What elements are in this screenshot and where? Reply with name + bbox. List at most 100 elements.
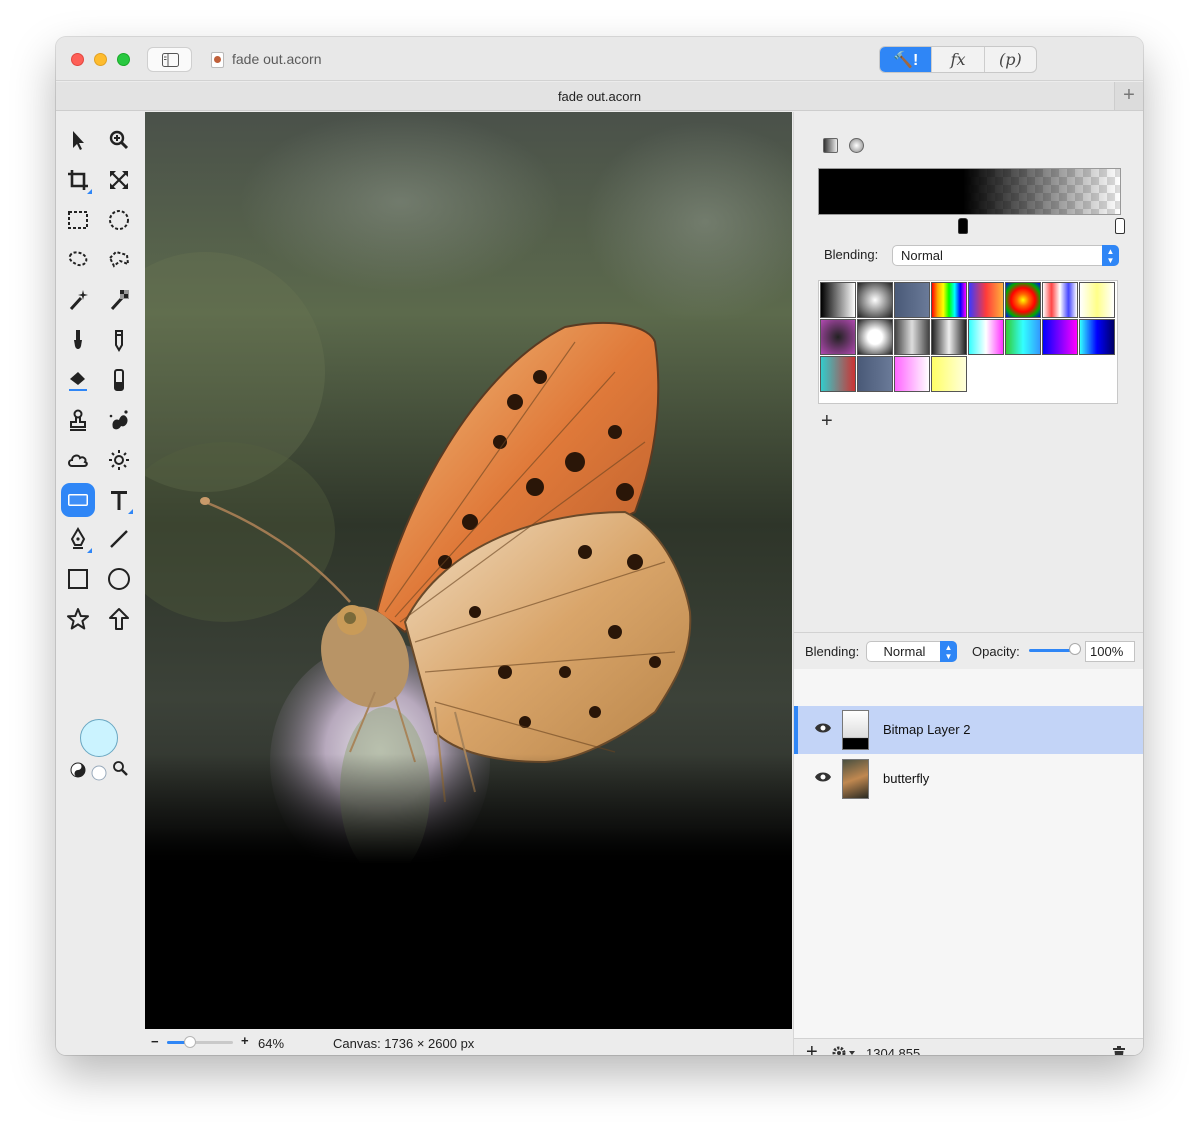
- zoom-icon[interactable]: [103, 124, 135, 156]
- layer-blending-value: Normal: [883, 644, 926, 659]
- title-bar: fade out.acorn 🔨! fx (p): [56, 37, 1143, 81]
- gradient-stop-black[interactable]: [958, 218, 968, 234]
- crop-icon[interactable]: [62, 164, 94, 196]
- chevron-updown-icon: ▲ ▼: [1102, 245, 1119, 266]
- oval-icon[interactable]: [103, 563, 135, 595]
- layers-footer: + 1304,855: [794, 1038, 1143, 1055]
- layer-thumbnail: [842, 759, 869, 799]
- color-wand-icon[interactable]: [103, 284, 135, 316]
- gradient-preset[interactable]: [931, 356, 967, 392]
- cloud-icon[interactable]: [62, 444, 94, 476]
- window-title: fade out.acorn: [232, 51, 322, 67]
- zoom-out-button[interactable]: −: [151, 1034, 159, 1049]
- opacity-slider-knob[interactable]: [1069, 643, 1081, 655]
- eye-icon[interactable]: [814, 771, 832, 783]
- fill-color-well[interactable]: [80, 719, 118, 757]
- layer-name: Bitmap Layer 2: [883, 722, 971, 737]
- layers-header: Blending: Normal ▲ ▼ Opacity: 100%: [794, 632, 1143, 668]
- add-layer-button[interactable]: +: [806, 1041, 818, 1055]
- zoom-button[interactable]: [117, 53, 130, 66]
- gradient-stop-white[interactable]: [1115, 218, 1125, 234]
- gradient-preset[interactable]: [968, 319, 1004, 355]
- swap-colors-icon[interactable]: [70, 762, 86, 778]
- sun-icon[interactable]: [103, 444, 135, 476]
- zoom-slider[interactable]: [167, 1036, 233, 1048]
- zoom-slider-knob[interactable]: [184, 1036, 197, 1048]
- gradient-blending-select[interactable]: Normal ▲ ▼: [892, 245, 1119, 266]
- gradient-preset[interactable]: [857, 319, 893, 355]
- gradient-preview: [819, 169, 1120, 214]
- tool-inspector-tab[interactable]: 🔨!: [880, 47, 932, 72]
- pen-icon[interactable]: [62, 523, 94, 555]
- radial-gradient-icon[interactable]: [849, 138, 864, 153]
- layer-blending-select[interactable]: Normal ▲ ▼: [866, 641, 957, 662]
- color-picker-icon[interactable]: [112, 760, 128, 776]
- transform-icon[interactable]: [103, 164, 135, 196]
- eraser-icon[interactable]: [103, 364, 135, 396]
- gradient-preset[interactable]: [894, 356, 930, 392]
- cursor-coordinates: 1304,855: [866, 1046, 921, 1055]
- layers-list: Bitmap Layer 2 butterfly: [794, 669, 1143, 1039]
- gradient-preset[interactable]: [968, 282, 1004, 318]
- tool-palette: [56, 111, 144, 1031]
- polygon-lasso-icon[interactable]: [103, 244, 135, 276]
- select-arrow-icon[interactable]: [62, 124, 94, 156]
- gradient-preset[interactable]: [931, 282, 967, 318]
- gradient-icon[interactable]: [61, 483, 95, 517]
- pencil-icon[interactable]: [103, 324, 135, 356]
- properties-tab[interactable]: (p): [983, 47, 1036, 72]
- clone-stamp-icon[interactable]: [62, 404, 94, 436]
- gradient-blending-label: Blending:: [824, 247, 879, 262]
- gradient-preset[interactable]: [1005, 282, 1041, 318]
- zoom-level: 64%: [258, 1036, 285, 1051]
- sidebar-toggle-button[interactable]: [147, 47, 192, 72]
- gradient-preset[interactable]: [820, 356, 856, 392]
- text-tool-icon[interactable]: [103, 484, 135, 516]
- rect-select-icon[interactable]: [62, 204, 94, 236]
- gear-icon[interactable]: [831, 1045, 857, 1055]
- new-tab-button[interactable]: +: [1114, 82, 1143, 110]
- layer-row-bitmap-layer-2[interactable]: Bitmap Layer 2: [794, 706, 1143, 754]
- gradient-preset[interactable]: [931, 319, 967, 355]
- gradient-preset[interactable]: [894, 319, 930, 355]
- layer-row-butterfly[interactable]: butterfly: [794, 755, 1143, 803]
- brush-icon[interactable]: [62, 324, 94, 356]
- document-tab[interactable]: fade out.acorn: [56, 89, 1143, 104]
- gradient-preset[interactable]: [1042, 319, 1078, 355]
- line-icon[interactable]: [103, 523, 135, 555]
- paint-bucket-icon[interactable]: [62, 364, 94, 396]
- rectangle-icon[interactable]: [62, 563, 94, 595]
- gradient-blending-value: Normal: [901, 248, 943, 263]
- gradient-preset[interactable]: [1079, 319, 1115, 355]
- gradient-preset[interactable]: [1042, 282, 1078, 318]
- stroke-color-well[interactable]: [91, 765, 107, 781]
- butterfly-image: [145, 112, 792, 1029]
- gradient-preset[interactable]: [1079, 282, 1115, 318]
- linear-gradient-icon[interactable]: [823, 138, 838, 153]
- eye-icon[interactable]: [814, 722, 832, 734]
- smudge-icon[interactable]: [103, 404, 135, 436]
- zoom-in-button[interactable]: +: [241, 1033, 249, 1048]
- close-button[interactable]: [71, 53, 84, 66]
- gradient-preset[interactable]: [820, 282, 856, 318]
- filters-tab[interactable]: fx: [931, 47, 983, 72]
- gradient-preset[interactable]: [820, 319, 856, 355]
- image-canvas[interactable]: [145, 112, 792, 1029]
- star-icon[interactable]: [62, 603, 94, 635]
- minimize-button[interactable]: [94, 53, 107, 66]
- trash-icon[interactable]: [1112, 1046, 1126, 1055]
- add-gradient-button[interactable]: +: [821, 410, 833, 433]
- gradient-preset[interactable]: [857, 282, 893, 318]
- arrow-shape-icon[interactable]: [103, 603, 135, 635]
- lasso-icon[interactable]: [62, 244, 94, 276]
- ellipse-select-icon[interactable]: [103, 204, 135, 236]
- gradient-preset[interactable]: [1005, 319, 1041, 355]
- magic-wand-icon[interactable]: [62, 284, 94, 316]
- gradient-preset[interactable]: [857, 356, 893, 392]
- gradient-preset[interactable]: [894, 282, 930, 318]
- layer-name: butterfly: [883, 771, 930, 786]
- gradient-editor-bar[interactable]: [818, 168, 1121, 215]
- opacity-field[interactable]: 100%: [1085, 641, 1135, 662]
- gradient-presets-grid: [818, 280, 1118, 404]
- inspector-segmented-control[interactable]: 🔨! fx (p): [879, 46, 1037, 73]
